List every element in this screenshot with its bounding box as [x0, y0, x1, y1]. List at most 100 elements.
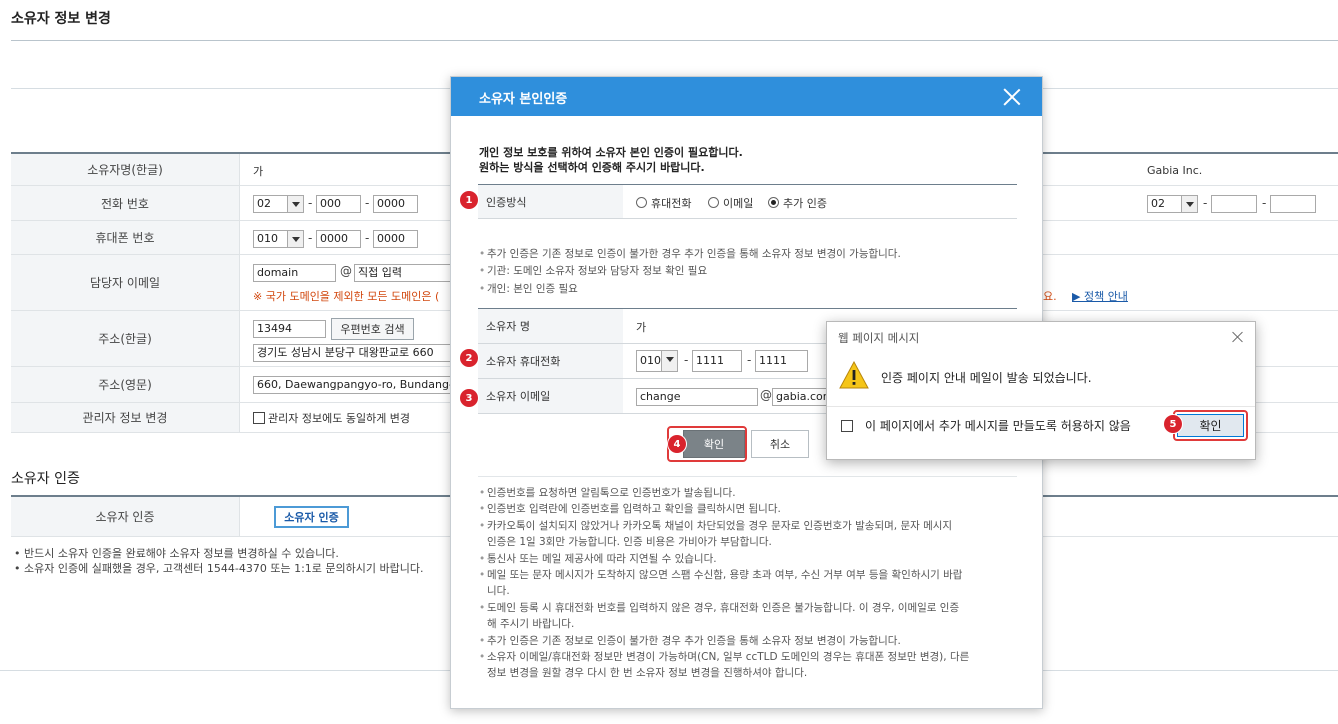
row-label: 휴대폰 번호 — [11, 221, 240, 254]
intro-line: 개인 정보 보호를 위하여 소유자 본인 인증이 필요합니다. — [479, 146, 743, 159]
owner-name-value: 가 — [636, 321, 647, 334]
dash: - — [747, 353, 752, 367]
right-phone-mid-input[interactable] — [1211, 195, 1257, 213]
radio-mobile[interactable] — [636, 197, 647, 208]
method-label: 인증방식 — [478, 185, 623, 218]
row-label: 소유자 인증 — [11, 497, 240, 536]
mobile-prefix-select[interactable]: 010 — [253, 230, 304, 248]
chevron-down-icon — [287, 196, 303, 212]
dialog-separator — [827, 406, 1255, 407]
step-badge-1: 1 — [460, 191, 478, 209]
owner-email-label: 소유자 이메일 — [478, 379, 623, 413]
modal-header: 소유자 본인인증 — [451, 77, 1042, 116]
suppress-messages-label: 이 페이지에서 추가 메시지를 만들도록 허용하지 않음 — [865, 419, 1131, 433]
owner-mobile-label: 소유자 휴대전화 — [478, 344, 623, 378]
email-domain-select[interactable]: 직접 입력 — [354, 264, 454, 282]
email-warning-tail: 요. — [1043, 290, 1057, 303]
note: • 소유자 인증에 실패했을 경우, 고객센터 1544-4370 또는 1:1… — [14, 562, 424, 575]
row-label: 소유자명(한글) — [11, 154, 240, 185]
row-label: 주소(한글) — [11, 311, 240, 366]
notes-divider — [478, 476, 1017, 477]
owner-email-domain-input[interactable]: gabia.com — [772, 388, 828, 406]
dialog-ok-button[interactable]: 확인 — [1177, 414, 1244, 437]
owner-auth-section-title: 소유자 인증 — [11, 471, 80, 487]
address-ko-input[interactable]: 경기도 성남시 분당구 대왕판교로 660 — [253, 344, 451, 362]
note-line: 정보 변경을 원할 경우 다시 한 번 소유자 정보 변경을 진행하셔야 합니다… — [487, 667, 808, 680]
suppress-messages-checkbox[interactable] — [841, 420, 853, 432]
note: • 반드시 소유자 인증을 완료해야 소유자 정보를 변경하실 수 있습니다. — [14, 547, 339, 560]
owner-mobile-last-input[interactable]: 1111 — [755, 350, 808, 372]
modal-title: 소유자 본인인증 — [479, 92, 568, 107]
chevron-down-icon — [661, 351, 677, 371]
dash: - — [1262, 196, 1267, 210]
owner-mobile-prefix-select[interactable]: 010 — [636, 350, 678, 372]
note-line: 추가 인증은 기존 정보로 인증이 불가한 경우 추가 인증을 통해 소유자 정… — [479, 633, 969, 650]
warning-icon — [839, 361, 869, 389]
mobile-mid-input[interactable]: 0000 — [316, 230, 361, 248]
at-sign: @ — [760, 388, 772, 402]
owner-mobile-mid-input[interactable]: 1111 — [692, 350, 742, 372]
note-line: 카카오톡이 설치되지 않았거나 카카오톡 채널이 차단되었을 경우 문자로 인증… — [479, 518, 969, 535]
owner-auth-button[interactable]: 소유자 인증 — [274, 506, 349, 528]
info-line: 추가 인증은 기존 정보로 인증이 불가한 경우 추가 인증을 통해 소유자 정… — [479, 246, 901, 264]
note-line: 해 주시기 바랍니다. — [487, 618, 575, 631]
web-page-message-dialog: 웹 페이지 메시지 인증 페이지 안내 메일이 발송 되었습니다. 이 페이지에… — [826, 321, 1256, 460]
dash: - — [308, 231, 313, 245]
note-line: 인증번호를 요청하면 알림톡으로 인증번호가 발송됩니다. — [479, 485, 969, 502]
title-divider — [11, 40, 1338, 41]
admin-same-label: 관리자 정보에도 동일하게 변경 — [268, 412, 411, 425]
admin-same-checkbox[interactable] — [253, 412, 265, 424]
address-en-input[interactable]: 660, Daewangpangyo-ro, Bundang-gu, S — [253, 376, 451, 394]
dash: - — [365, 231, 370, 245]
step-badge-2: 2 — [460, 349, 478, 367]
zipcode-search-button[interactable]: 우편번호 검색 — [331, 318, 414, 340]
radio-extra-auth[interactable] — [768, 197, 779, 208]
email-local-input[interactable]: domain — [253, 264, 336, 282]
zipcode-input[interactable]: 13494 — [253, 320, 326, 338]
chevron-down-icon — [287, 231, 303, 247]
note-line: 인증은 1일 3회만 가능합니다. 인증 비용은 가비아가 부담합니다. — [487, 536, 772, 549]
owner-name-label: 소유자 명 — [478, 309, 623, 343]
row-label: 담당자 이메일 — [11, 255, 240, 310]
dialog-title: 웹 페이지 메시지 — [838, 331, 920, 345]
radio-extra-auth-label: 추가 인증 — [783, 197, 827, 210]
owner-name-value: 가 — [253, 165, 264, 178]
radio-email-label: 이메일 — [723, 197, 754, 210]
owner-email-local-input[interactable]: change — [636, 388, 758, 406]
page-title: 소유자 정보 변경 — [11, 11, 111, 27]
at-sign: @ — [340, 264, 352, 278]
confirm-button[interactable]: 확인 — [683, 430, 745, 458]
email-warning: ※ 국가 도메인을 제외한 모든 도메인은 ( — [253, 290, 440, 303]
modal-intro: 개인 정보 보호를 위하여 소유자 본인 인증이 필요합니다. 원하는 방식을 … — [479, 145, 743, 175]
dash: - — [308, 196, 313, 210]
dash: - — [1203, 196, 1208, 210]
chevron-down-icon — [1181, 196, 1197, 212]
right-phone-last-input[interactable] — [1270, 195, 1316, 213]
radio-mobile-label: 휴대전화 — [651, 197, 692, 210]
step-badge-5: 5 — [1164, 415, 1182, 433]
row-label: 관리자 정보 변경 — [11, 403, 240, 432]
note-line: 니다. — [487, 585, 510, 598]
phone-mid-input[interactable]: 000 — [316, 195, 361, 213]
step-badge-4: 4 — [668, 435, 686, 453]
step-badge-3: 3 — [460, 389, 478, 407]
radio-email[interactable] — [708, 197, 719, 208]
row-label: 전화 번호 — [11, 186, 240, 220]
note-line: 메일 또는 문자 메시지가 도착하지 않으면 스팸 수신함, 용량 초과 여부,… — [479, 567, 969, 584]
right-phone-area-select[interactable]: 02 — [1147, 195, 1198, 213]
cancel-button[interactable]: 취소 — [751, 430, 809, 458]
info-line: 개인: 본인 인증 필요 — [479, 281, 901, 299]
mobile-last-input[interactable]: 0000 — [373, 230, 418, 248]
policy-link[interactable]: ▶ 정책 안내 — [1072, 288, 1128, 304]
note-line: 통신사 또는 메일 제공사에 따라 지연될 수 있습니다. — [479, 551, 969, 568]
phone-last-input[interactable]: 0000 — [373, 195, 418, 213]
extra-auth-info: 추가 인증은 기존 정보로 인증이 불가한 경우 추가 인증을 통해 소유자 정… — [479, 246, 901, 298]
company-name: Gabia Inc. — [1147, 164, 1203, 177]
intro-line: 원하는 방식을 선택하여 인증해 주시기 바랍니다. — [479, 161, 705, 174]
dialog-message: 인증 페이지 안내 메일이 발송 되었습니다. — [881, 371, 1092, 385]
phone-area-select[interactable]: 02 — [253, 195, 304, 213]
close-icon[interactable] — [1002, 87, 1022, 107]
note-line: 소유자 이메일/휴대전화 정보만 변경이 가능하며(CN, 일부 ccTLD 도… — [479, 649, 969, 666]
close-icon[interactable] — [1232, 331, 1244, 343]
dash: - — [365, 196, 370, 210]
